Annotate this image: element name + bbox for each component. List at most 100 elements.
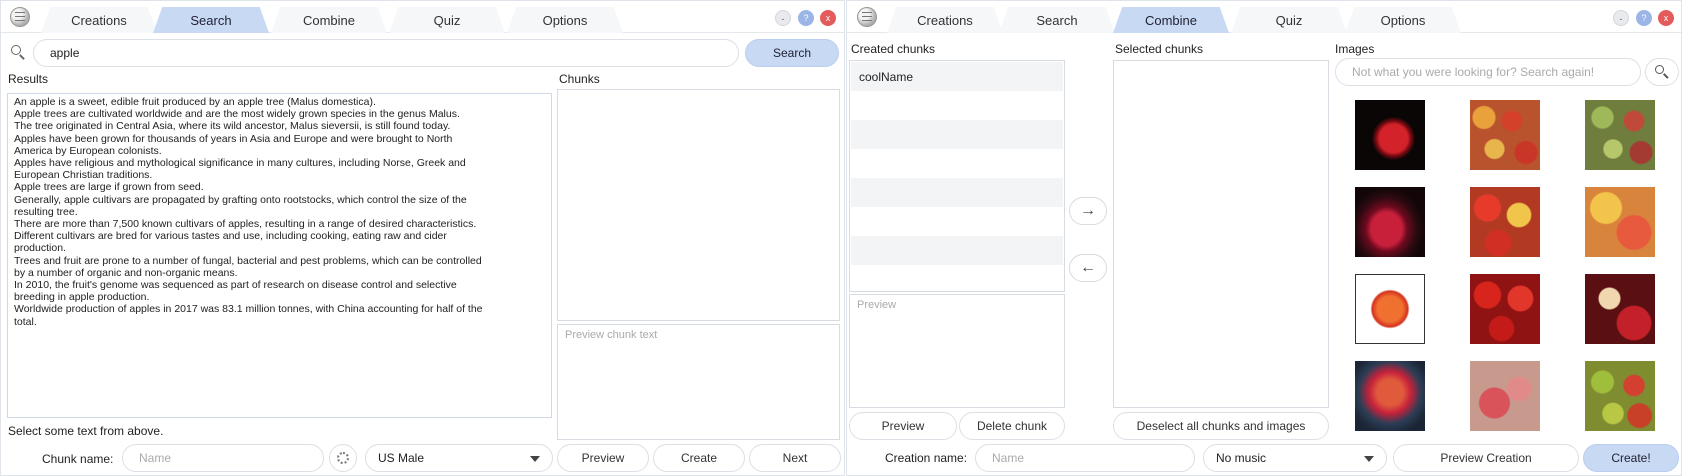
apple-image-thumbnail[interactable]: [1585, 100, 1655, 170]
tab-options[interactable]: Options: [1345, 7, 1461, 33]
add-chunk-arrow-button[interactable]: →: [1069, 197, 1107, 225]
tab-bar: Creations Search Combine Quiz Options - …: [1, 1, 844, 33]
search-input[interactable]: apple: [33, 39, 739, 67]
deselect-all-button[interactable]: Deselect all chunks and images: [1113, 412, 1329, 440]
preview-chunk-button[interactable]: Preview: [849, 412, 957, 440]
list-item-empty: [851, 236, 1063, 265]
results-line: Apple trees are large if grown from seed…: [14, 181, 204, 194]
results-line: Generally, apple cultivars are propagate…: [14, 193, 467, 206]
help-button[interactable]: ?: [1636, 10, 1652, 26]
list-item-empty: [851, 120, 1063, 149]
preview-creation-button[interactable]: Preview Creation: [1393, 444, 1579, 472]
create-button[interactable]: Create: [653, 444, 745, 472]
results-line: total.: [14, 315, 37, 328]
results-line: America by European colonists.: [14, 144, 162, 157]
apple-image-thumbnail[interactable]: [1470, 100, 1540, 170]
results-line: production.: [14, 242, 66, 255]
results-line: Different cultivars are bred for various…: [14, 230, 447, 243]
list-item-empty: [851, 149, 1063, 178]
settings-gear-button[interactable]: [329, 444, 357, 472]
results-line: The tree originated in Central Asia, whe…: [14, 120, 451, 133]
voice-select-value: US Male: [378, 451, 425, 465]
chunk-preview-area[interactable]: Preview chunk text: [557, 324, 840, 440]
results-line: Trees and fruit are prone to a number of…: [14, 254, 482, 267]
images-label: Images: [1335, 42, 1375, 56]
results-line: Worldwide production of apples in 2017 w…: [14, 303, 483, 316]
results-line: breeding in apple production.: [14, 291, 150, 304]
tab-options[interactable]: Options: [507, 7, 623, 33]
list-item-empty: [851, 178, 1063, 207]
chunks-label: Chunks: [559, 72, 600, 86]
results-line: Apple trees are cultivated worldwide and…: [14, 108, 460, 121]
apple-image-thumbnail[interactable]: [1585, 361, 1655, 431]
list-item[interactable]: coolName: [851, 62, 1063, 91]
list-item-empty: [851, 207, 1063, 236]
create-creation-button[interactable]: Create!: [1583, 444, 1679, 472]
apple-image-thumbnail[interactable]: [1470, 187, 1540, 257]
chunks-list[interactable]: [557, 89, 840, 321]
search-button[interactable]: Search: [745, 39, 839, 67]
creation-name-field[interactable]: Name: [975, 444, 1195, 472]
selected-chunks-list[interactable]: [1113, 60, 1329, 408]
tab-combine[interactable]: Combine: [271, 7, 387, 33]
app-logo-icon: [10, 7, 30, 27]
remove-chunk-arrow-button[interactable]: ←: [1069, 254, 1107, 282]
results-line: Apples have religious and mythological s…: [14, 157, 466, 170]
select-hint: Select some text from above.: [8, 424, 164, 438]
image-search-input[interactable]: Not what you were looking for? Search ag…: [1335, 58, 1641, 86]
music-select[interactable]: No music: [1203, 444, 1387, 472]
apple-image-thumbnail[interactable]: [1355, 361, 1425, 431]
results-line: European Christian traditions.: [14, 169, 153, 182]
app-logo-icon: [857, 7, 877, 27]
selected-chunks-label: Selected chunks: [1115, 42, 1204, 56]
delete-chunk-button[interactable]: Delete chunk: [959, 412, 1065, 440]
tab-creations[interactable]: Creations: [887, 7, 1003, 33]
close-button[interactable]: x: [1658, 10, 1674, 26]
music-select-value: No music: [1216, 451, 1267, 465]
tab-quiz[interactable]: Quiz: [389, 7, 505, 33]
chunk-preview-area[interactable]: Preview: [849, 294, 1065, 408]
results-text-area[interactable]: An apple is a sweet, edible fruit produc…: [7, 93, 552, 418]
tab-creations[interactable]: Creations: [41, 7, 157, 33]
results-line: There are more than 7,500 known cultivar…: [14, 218, 477, 231]
image-search-button[interactable]: [1645, 58, 1679, 86]
tab-combine[interactable]: Combine: [1113, 7, 1229, 33]
apple-image-thumbnail[interactable]: [1585, 274, 1655, 344]
apple-image-thumbnail[interactable]: [1585, 187, 1655, 257]
next-button[interactable]: Next: [749, 444, 841, 472]
chunk-preview-placeholder: Preview: [857, 299, 897, 311]
apple-image-thumbnail[interactable]: [1355, 100, 1425, 170]
results-line: resulting tree.: [14, 205, 78, 218]
chunk-name-field[interactable]: Name: [122, 444, 324, 472]
apple-image-thumbnail[interactable]: [1470, 361, 1540, 431]
results-line: In 2010, the fruit's genome was sequence…: [14, 279, 457, 292]
tab-search[interactable]: Search: [153, 7, 269, 33]
apple-image-thumbnail[interactable]: [1470, 274, 1540, 344]
tab-search[interactable]: Search: [999, 7, 1115, 33]
search-window: Creations Search Combine Quiz Options - …: [0, 0, 845, 476]
gear-icon: [337, 452, 349, 464]
chevron-down-icon: [1364, 456, 1374, 462]
chevron-down-icon: [530, 456, 540, 462]
preview-button[interactable]: Preview: [557, 444, 649, 472]
chunk-preview-placeholder: Preview chunk text: [565, 329, 658, 341]
created-chunks-list[interactable]: coolName: [849, 60, 1065, 292]
close-button[interactable]: x: [820, 10, 836, 26]
results-line: Apples have been grown for thousands of …: [14, 132, 453, 145]
results-line: An apple is a sweet, edible fruit produc…: [14, 96, 376, 108]
apple-image-thumbnail-selected[interactable]: [1355, 274, 1425, 344]
tab-bar: Creations Search Combine Quiz Options - …: [847, 1, 1681, 33]
search-icon: [11, 45, 25, 59]
minimize-button[interactable]: -: [775, 10, 791, 26]
combine-window: Creations Search Combine Quiz Options - …: [846, 0, 1682, 476]
minimize-button[interactable]: -: [1613, 10, 1629, 26]
apple-image-thumbnail[interactable]: [1355, 187, 1425, 257]
help-button[interactable]: ?: [798, 10, 814, 26]
tab-quiz[interactable]: Quiz: [1231, 7, 1347, 33]
results-label: Results: [8, 72, 49, 86]
list-item-empty: [851, 91, 1063, 120]
results-line: by a number of organic and non-organic m…: [14, 266, 238, 279]
chunk-name-label: Chunk name:: [42, 452, 114, 466]
created-chunks-label: Created chunks: [851, 42, 936, 56]
voice-select[interactable]: US Male: [365, 444, 553, 472]
